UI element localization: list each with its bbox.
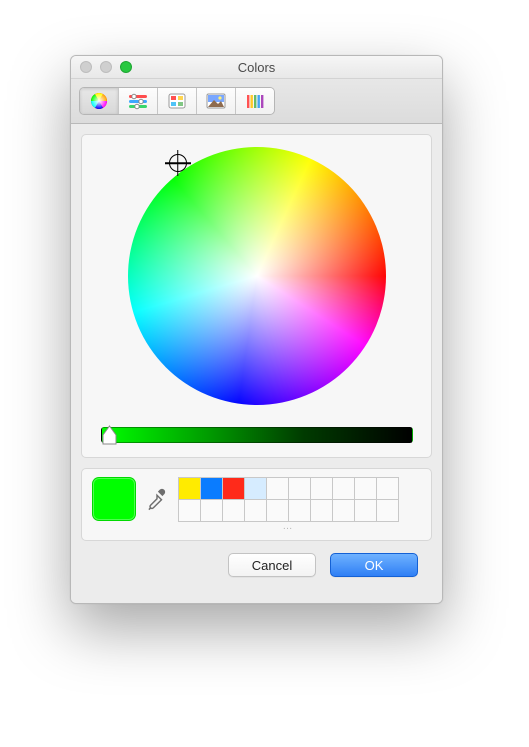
- swatch-cell[interactable]: [222, 499, 245, 522]
- brightness-track: [101, 427, 413, 443]
- image-icon: [205, 92, 227, 110]
- mode-color-palettes[interactable]: [158, 88, 197, 114]
- brightness-slider[interactable]: [101, 427, 413, 443]
- swatch-cell[interactable]: [178, 477, 201, 500]
- swatch-cell[interactable]: [244, 477, 267, 500]
- mode-color-wheel[interactable]: [80, 88, 119, 114]
- eyedropper-button[interactable]: [146, 477, 168, 517]
- swatch-cell[interactable]: [376, 477, 399, 500]
- swatch-grid[interactable]: [178, 477, 399, 522]
- pencils-icon: [244, 92, 266, 110]
- swatch-cell[interactable]: [376, 499, 399, 522]
- ok-button[interactable]: OK: [330, 553, 418, 577]
- minimize-window-button[interactable]: [100, 61, 112, 73]
- swatch-cell[interactable]: [266, 499, 289, 522]
- swatch-cell[interactable]: [222, 477, 245, 500]
- color-wheel-icon: [88, 92, 110, 110]
- swatch-panel: [81, 468, 432, 541]
- mode-pencils[interactable]: [236, 88, 274, 114]
- swatch-cell[interactable]: [266, 477, 289, 500]
- close-window-button[interactable]: [80, 61, 92, 73]
- swatch-cell[interactable]: [200, 499, 223, 522]
- eyedropper-icon: [148, 482, 166, 512]
- swatch-area: [178, 477, 399, 530]
- sliders-icon: [127, 92, 149, 110]
- cancel-button[interactable]: Cancel: [228, 553, 316, 577]
- mode-color-sliders[interactable]: [119, 88, 158, 114]
- swatch-cell[interactable]: [310, 499, 333, 522]
- titlebar: Colors: [71, 56, 442, 79]
- swatch-resize-handle[interactable]: [178, 524, 399, 530]
- swatch-cell[interactable]: [178, 499, 201, 522]
- swatch-cell[interactable]: [332, 499, 355, 522]
- color-wheel-cursor[interactable]: [169, 154, 187, 172]
- swatch-cell[interactable]: [288, 499, 311, 522]
- color-wheel-gradient: [128, 147, 386, 405]
- mode-image-palettes[interactable]: [197, 88, 236, 114]
- dialog-buttons: Cancel OK: [81, 541, 432, 591]
- zoom-window-button[interactable]: [120, 61, 132, 73]
- swatch-cell[interactable]: [244, 499, 267, 522]
- swatch-cell[interactable]: [354, 499, 377, 522]
- color-wheel[interactable]: [128, 147, 386, 405]
- swatch-cell[interactable]: [332, 477, 355, 500]
- colors-window: Colors: [70, 55, 443, 604]
- picker-mode-segmented: [79, 87, 275, 115]
- window-controls: [71, 61, 132, 73]
- wheel-panel: [81, 134, 432, 458]
- swatch-cell[interactable]: [200, 477, 223, 500]
- swatch-cell[interactable]: [288, 477, 311, 500]
- swatch-cell[interactable]: [310, 477, 333, 500]
- brightness-thumb[interactable]: [102, 425, 117, 445]
- palettes-icon: [166, 92, 188, 110]
- swatch-cell[interactable]: [354, 477, 377, 500]
- picker-mode-toolbar: [71, 79, 442, 124]
- selected-color-swatch[interactable]: [92, 477, 136, 521]
- picker-body: Cancel OK: [71, 124, 442, 603]
